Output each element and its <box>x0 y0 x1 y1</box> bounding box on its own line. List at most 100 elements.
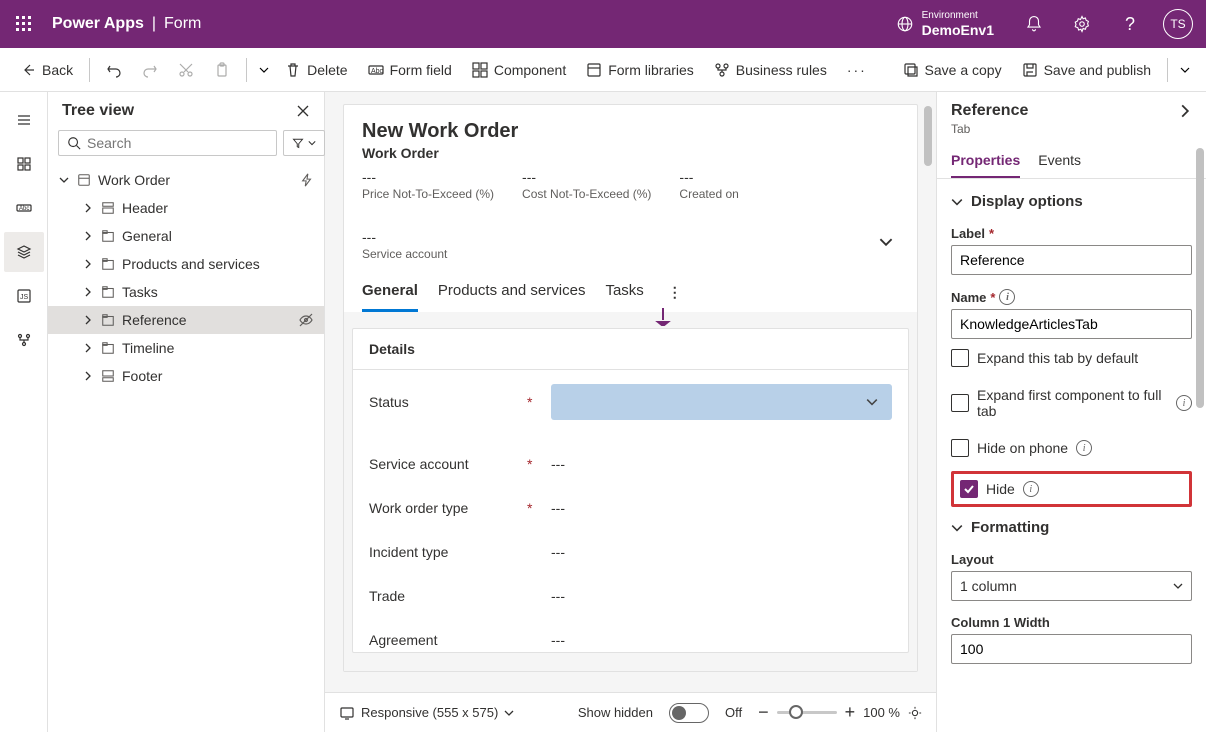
tree-node-footer[interactable]: Footer <box>48 362 324 390</box>
form-field-icon: Abc <box>368 62 384 78</box>
field-status[interactable]: Status * <box>353 370 908 442</box>
account-button[interactable]: TS <box>1154 0 1202 48</box>
field-incident-type[interactable]: Incident type --- <box>353 530 908 574</box>
header-field[interactable]: ---Created on <box>679 169 789 201</box>
section-display-options[interactable]: Display options <box>951 189 1192 218</box>
form-tab-overflow[interactable]: ⋮ <box>664 274 688 311</box>
save-split-button[interactable] <box>1176 59 1194 81</box>
notifications-button[interactable] <box>1010 0 1058 48</box>
js-icon: JS <box>16 288 32 304</box>
undo-button[interactable] <box>98 56 130 84</box>
form-header-expand[interactable] <box>873 229 899 255</box>
chevron-right-icon <box>83 315 93 325</box>
tree-node-tasks[interactable]: Tasks <box>48 278 324 306</box>
business-rules-button[interactable]: Business rules <box>706 56 835 84</box>
arrow-left-icon <box>20 62 36 78</box>
checkbox-hide-phone[interactable]: Hide on phone i <box>951 429 1192 467</box>
section-icon <box>100 368 116 384</box>
search-icon <box>67 136 81 150</box>
header-field[interactable]: ---Service account <box>362 229 472 261</box>
info-icon[interactable]: i <box>1023 481 1039 497</box>
header-field[interactable]: ---Cost Not-To-Exceed (%) <box>522 169 651 201</box>
rail-fields[interactable]: Abc <box>4 188 44 228</box>
paste-icon <box>214 62 230 78</box>
tree-close-button[interactable] <box>296 104 310 118</box>
status-dropdown[interactable] <box>551 384 892 420</box>
name-input[interactable] <box>951 309 1192 339</box>
command-bar: Back Delete Abc Form field Component For… <box>0 48 1206 92</box>
tree-root-work-order[interactable]: Work Order <box>48 166 324 194</box>
overflow-button[interactable]: ··· <box>839 56 875 84</box>
label-input[interactable] <box>951 245 1192 275</box>
props-tab-events[interactable]: Events <box>1038 144 1081 178</box>
rail-rules[interactable] <box>4 320 44 360</box>
tree-node-products[interactable]: Products and services <box>48 250 324 278</box>
checkbox-expand-full[interactable]: Expand first component to full tab i <box>951 377 1192 429</box>
close-icon <box>296 104 310 118</box>
settings-button[interactable] <box>1058 0 1106 48</box>
chevron-down-icon <box>879 235 893 249</box>
tree-node-general[interactable]: General <box>48 222 324 250</box>
tree-node-header[interactable]: Header <box>48 194 324 222</box>
canvas-scrollbar[interactable] <box>924 106 932 166</box>
environment-picker[interactable]: Environment DemoEnv1 <box>880 10 1010 39</box>
delete-button[interactable]: Delete <box>277 56 355 84</box>
section-formatting[interactable]: Formatting <box>951 515 1192 544</box>
bolt-icon[interactable] <box>300 173 314 187</box>
info-icon[interactable]: i <box>1076 440 1092 456</box>
svg-text:Abc: Abc <box>371 68 384 75</box>
save-copy-button[interactable]: Save a copy <box>895 56 1010 84</box>
rail-tree[interactable] <box>4 232 44 272</box>
save-publish-icon <box>1022 62 1038 78</box>
insertion-caret-icon <box>654 308 672 326</box>
form-preview[interactable]: New Work Order Work Order ---Price Not-T… <box>343 104 918 672</box>
waffle-launcher[interactable] <box>0 0 48 48</box>
tree-search[interactable] <box>58 130 277 156</box>
form-libraries-button[interactable]: Form libraries <box>578 56 702 84</box>
responsive-picker[interactable]: Responsive (555 x 575) <box>339 705 514 721</box>
props-tab-properties[interactable]: Properties <box>951 144 1020 178</box>
props-scrollbar[interactable] <box>1196 148 1204 408</box>
header-field[interactable]: ---Price Not-To-Exceed (%) <box>362 169 494 201</box>
tree-filter-button[interactable] <box>283 130 325 156</box>
add-split-button[interactable] <box>255 59 273 81</box>
checkbox-hide[interactable] <box>960 480 978 498</box>
info-icon[interactable]: i <box>1176 395 1192 411</box>
info-icon[interactable]: i <box>999 289 1015 305</box>
redo-button[interactable] <box>134 56 166 84</box>
props-expand-button[interactable] <box>1178 104 1192 118</box>
field-agreement[interactable]: Agreement --- <box>353 618 908 652</box>
form-tab-products[interactable]: Products and services <box>438 272 586 312</box>
field-service-account[interactable]: Service account * --- <box>353 442 908 486</box>
field-work-order-type[interactable]: Work order type * --- <box>353 486 908 530</box>
form-tab-tasks[interactable]: Tasks <box>605 272 643 312</box>
zoom-out-button[interactable]: − <box>758 702 769 723</box>
cut-button[interactable] <box>170 56 202 84</box>
back-button[interactable]: Back <box>12 56 81 84</box>
checkbox-expand-default[interactable]: Expand this tab by default <box>951 339 1192 377</box>
rail-js[interactable]: JS <box>4 276 44 316</box>
tree-node-timeline[interactable]: Timeline <box>48 334 324 362</box>
zoom-in-button[interactable]: + <box>845 702 856 723</box>
form-tab-general[interactable]: General <box>362 272 418 312</box>
layout-select[interactable]: 1 column <box>951 571 1192 601</box>
component-icon <box>472 62 488 78</box>
form-field-button[interactable]: Abc Form field <box>360 56 460 84</box>
zoom-control[interactable]: − + 100 % <box>758 702 922 723</box>
save-publish-button[interactable]: Save and publish <box>1014 56 1159 84</box>
fit-icon[interactable] <box>908 706 922 720</box>
show-hidden-toggle[interactable] <box>669 703 709 723</box>
tree-search-input[interactable] <box>87 135 268 151</box>
chevron-down-icon <box>259 65 269 75</box>
zoom-slider[interactable] <box>777 711 837 714</box>
section-icon <box>100 200 116 216</box>
help-button[interactable]: ? <box>1106 0 1154 48</box>
paste-button[interactable] <box>206 56 238 84</box>
tree-node-reference[interactable]: Reference <box>48 306 324 334</box>
component-button[interactable]: Component <box>464 56 574 84</box>
rail-components[interactable] <box>4 144 44 184</box>
field-trade[interactable]: Trade --- <box>353 574 908 618</box>
rail-hamburger[interactable] <box>4 100 44 140</box>
form-section-details[interactable]: Details Status * Service account * --- <box>352 328 909 653</box>
col1-width-input[interactable] <box>951 634 1192 664</box>
